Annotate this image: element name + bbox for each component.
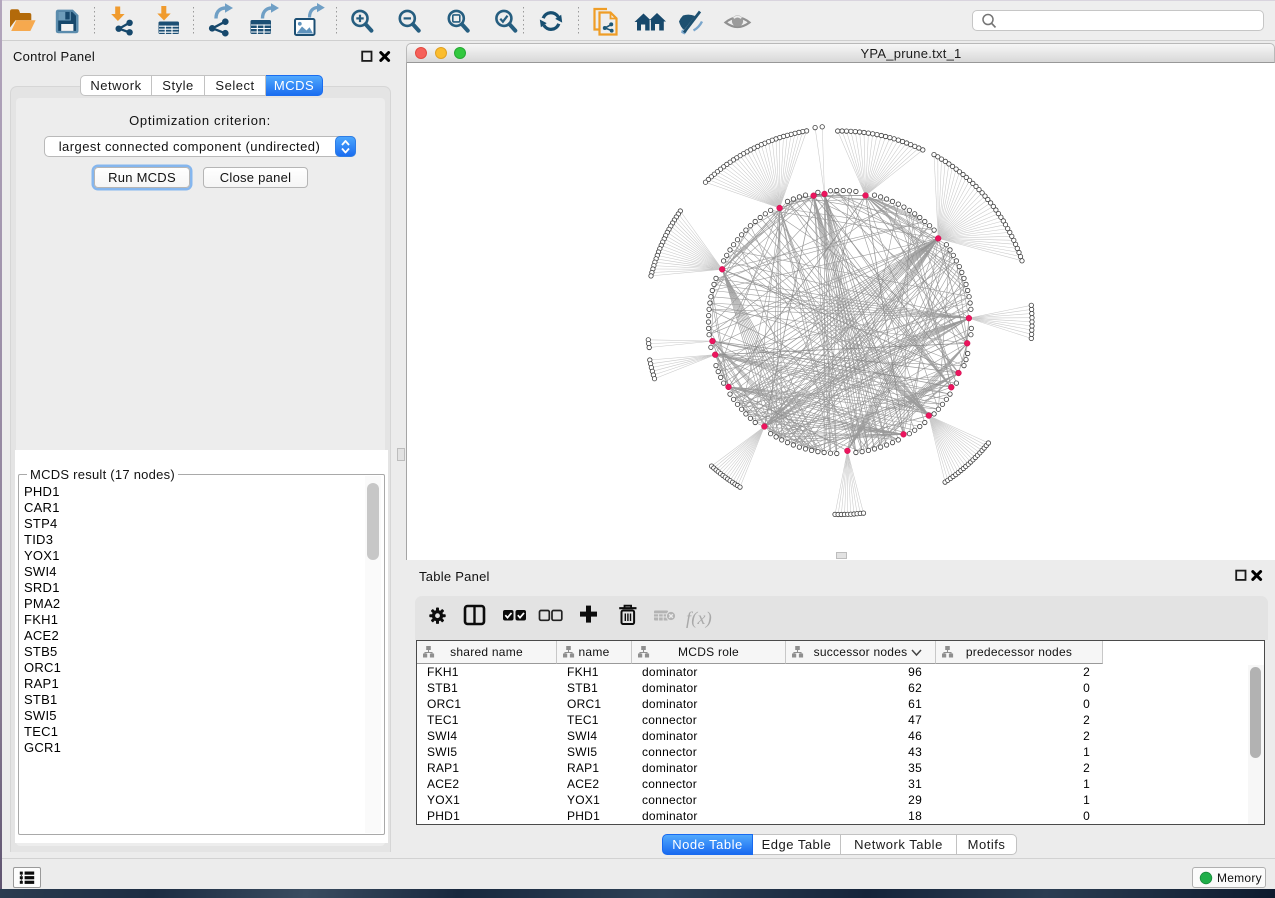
svg-text:f(x): f(x) (686, 608, 712, 629)
